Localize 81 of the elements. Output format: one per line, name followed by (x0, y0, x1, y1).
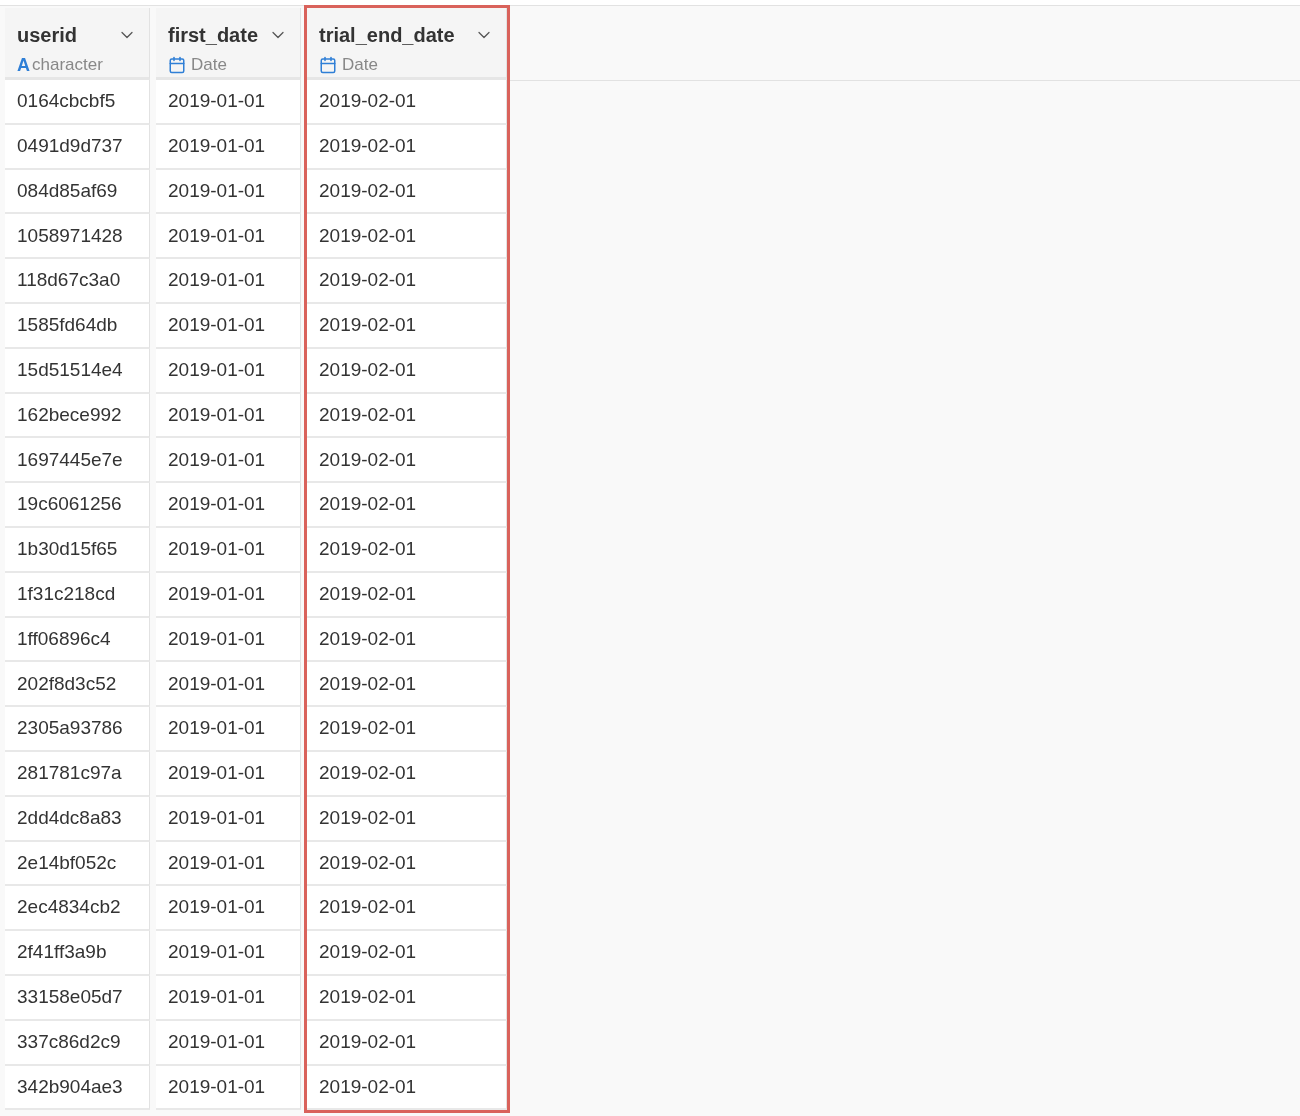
calendar-icon (319, 55, 337, 74)
table-cell: 2019-02-01 (307, 124, 507, 170)
table-cell: 1058971428 (5, 214, 150, 260)
table-cell: 2019-01-01 (156, 1065, 301, 1111)
table-cell: 2019-02-01 (307, 348, 507, 394)
table-cell: 33158e05d7 (5, 975, 150, 1021)
table-cell: 2019-02-01 (307, 707, 507, 752)
table-cell: 2019-02-01 (307, 931, 507, 976)
column-header[interactable]: userid Acharacter (5, 8, 150, 80)
table-cell: 2019-02-01 (307, 1020, 507, 1066)
column-header[interactable]: first_date Date (156, 8, 301, 80)
table-cell: 1f31c218cd (5, 572, 150, 618)
table-cell: 2019-02-01 (307, 886, 507, 932)
table-cell: 2019-01-01 (156, 169, 301, 215)
table-cell: 2019-01-01 (156, 796, 301, 842)
table-cell: 2019-01-01 (156, 348, 301, 394)
table-cell: 2019-01-01 (156, 304, 301, 349)
table-cell: 2019-02-01 (307, 169, 507, 215)
table-cell: 2019-02-01 (307, 527, 507, 573)
table-cell: 0491d9d737 (5, 124, 150, 170)
table-cell: 2019-01-01 (156, 259, 301, 304)
table-cell: 342b904ae3 (5, 1065, 150, 1111)
table-cell: 202f8d3c52 (5, 662, 150, 708)
table-cell: 15d51514e4 (5, 348, 150, 394)
table-cell: 1b30d15f65 (5, 527, 150, 573)
column-name: trial_end_date (319, 23, 455, 48)
table-cell: 2019-02-01 (307, 662, 507, 708)
table-cell: 2019-01-01 (156, 1020, 301, 1066)
table-cell: 0164cbcbf5 (5, 80, 150, 125)
table-cell: 2019-02-01 (307, 796, 507, 842)
table-cell: 2019-01-01 (156, 80, 301, 125)
table-cell: 2019-01-01 (156, 572, 301, 618)
table-cell: 2019-02-01 (307, 841, 507, 887)
table-cell: 2019-02-01 (307, 393, 507, 439)
table-cell: 2e14bf052c (5, 841, 150, 887)
table-cell: 2019-02-01 (307, 1065, 507, 1111)
table-cell: 2dd4dc8a83 (5, 796, 150, 842)
table-cell: 1697445e7e (5, 438, 150, 484)
table-cell: 2019-01-01 (156, 841, 301, 887)
table-cell: 2019-01-01 (156, 483, 301, 528)
table-cell: 084d85af69 (5, 169, 150, 215)
table-cell: 281781c97a (5, 751, 150, 797)
table-cell: 2019-01-01 (156, 214, 301, 260)
table-cell: 2019-01-01 (156, 931, 301, 976)
table-cell: 19c6061256 (5, 483, 150, 528)
column-name: first_date (168, 23, 259, 48)
column-header[interactable]: trial_end_date Date (307, 8, 507, 80)
table-cell: 2019-02-01 (307, 259, 507, 304)
table-cell: 2019-02-01 (307, 80, 507, 125)
table-cell: 2305a93786 (5, 707, 150, 752)
table-cell: 1585fd64db (5, 304, 150, 349)
table-cell: 2019-02-01 (307, 975, 507, 1021)
table-cell: 2019-01-01 (156, 617, 301, 663)
column-type: character (32, 54, 103, 76)
table-cell: 2f41ff3a9b (5, 931, 150, 976)
column-type: Date (342, 54, 378, 76)
table-cell: 162bece992 (5, 393, 150, 439)
table-cell: 2019-01-01 (156, 886, 301, 932)
table-cell: 118d67c3a0 (5, 259, 150, 304)
table-cell: 2019-02-01 (307, 214, 507, 260)
column-name: userid (17, 23, 78, 48)
table-cell: 2019-01-01 (156, 124, 301, 170)
table-cell: 2019-01-01 (156, 751, 301, 797)
table-cell: 2ec4834cb2 (5, 886, 150, 932)
table-cell: 2019-01-01 (156, 975, 301, 1021)
table-cell: 2019-01-01 (156, 438, 301, 484)
table-cell: 2019-02-01 (307, 304, 507, 349)
table-cell: 1ff06896c4 (5, 617, 150, 663)
table-cell: 2019-02-01 (307, 617, 507, 663)
column-type: Date (191, 54, 227, 76)
table-cell: 2019-02-01 (307, 572, 507, 618)
table-cell: 337c86d2c9 (5, 1020, 150, 1066)
table-cell: 2019-01-01 (156, 527, 301, 573)
table-cell: 2019-01-01 (156, 393, 301, 439)
table-cell: 2019-01-01 (156, 662, 301, 708)
table-cell: 2019-02-01 (307, 438, 507, 484)
text-type-icon: A (17, 55, 30, 74)
table-cell: 2019-01-01 (156, 707, 301, 752)
table-cell: 2019-02-01 (307, 751, 507, 797)
table-cell: 2019-02-01 (307, 483, 507, 528)
calendar-icon (168, 55, 186, 74)
